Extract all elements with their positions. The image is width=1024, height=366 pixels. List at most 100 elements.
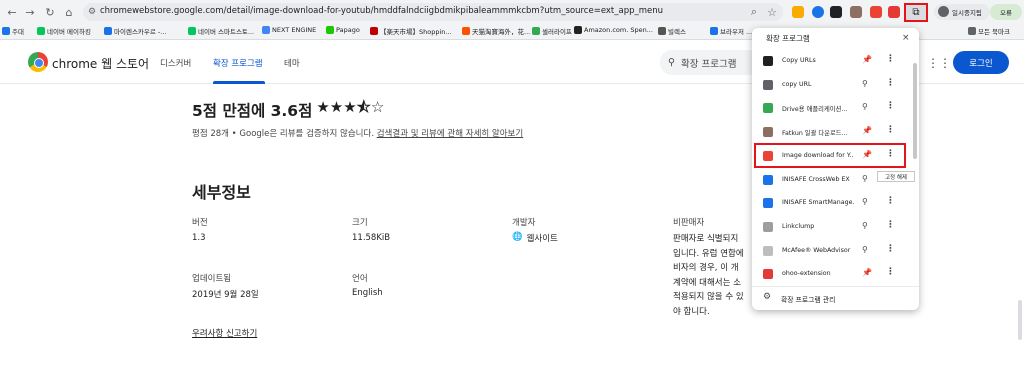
bookmark-label: 네이버 메이하킹: [47, 28, 91, 36]
bookmark-favicon-icon: [370, 27, 378, 35]
url-text: chromewebstore.google.com/detail/image-d…: [100, 6, 664, 16]
pin-icon[interactable]: ⚲: [862, 221, 868, 230]
site-info-icon[interactable]: ⚙: [86, 4, 98, 20]
pinned-icon[interactable]: 📌: [862, 55, 872, 64]
rating-stars: ★★★⯪☆: [316, 98, 385, 116]
highlight-box: [754, 143, 906, 168]
reload-icon[interactable]: ↻: [42, 4, 58, 20]
pin-icon[interactable]: ⚲: [862, 174, 868, 183]
extension-name[interactable]: INISAFE CrossWeb EX: [782, 176, 854, 183]
bookmark-item[interactable]: 빌렉스: [658, 26, 686, 36]
image-download-extension-icon[interactable]: [870, 6, 882, 18]
page-scrollbar[interactable]: [1018, 300, 1022, 340]
close-icon[interactable]: ×: [902, 33, 910, 43]
bookmark-label: Papago: [336, 26, 360, 34]
extensions-scroll-thumb[interactable]: [913, 63, 917, 159]
updated-label: 업데이트됨: [192, 274, 232, 284]
extension-icon[interactable]: [812, 6, 824, 18]
zoom-icon[interactable]: ⌕: [746, 4, 762, 20]
bookmark-item[interactable]: 【楽天市場】Shoppin...: [370, 26, 452, 36]
pinned-icon[interactable]: 📌: [862, 126, 872, 135]
more-options-icon[interactable]: ⋮: [886, 125, 895, 135]
bookmark-item[interactable]: 네이버 스마트스토...: [188, 26, 254, 36]
more-options-icon[interactable]: ⋮: [886, 196, 895, 206]
ohoo-extension-icon[interactable]: [888, 6, 900, 18]
bookmark-label: 주대: [12, 28, 24, 36]
bookmark-item[interactable]: 주대: [2, 26, 24, 36]
bookmark-item[interactable]: NEXT ENGINE: [262, 26, 316, 34]
bookmark-item[interactable]: 셀러라이프: [532, 26, 572, 36]
more-options-icon[interactable]: ⋮: [886, 220, 895, 230]
apps-grid-icon[interactable]: ⋮⋮: [927, 56, 951, 70]
store-brand[interactable]: chrome 웹 스토어: [52, 55, 149, 72]
more-options-icon[interactable]: ⋮: [886, 267, 895, 277]
tab-discover[interactable]: 디스커버: [160, 57, 191, 69]
bookmark-favicon-icon: [104, 27, 112, 35]
tab-extensions[interactable]: 확장 프로그램: [213, 57, 263, 69]
bookmark-star-icon[interactable]: ☆: [764, 4, 780, 20]
bookmark-item[interactable]: 天猫淘寶海外，花...: [462, 26, 530, 36]
extension-name[interactable]: Linkclump: [782, 223, 854, 230]
bookmark-label: 셀러라이프: [542, 28, 572, 36]
language-label: 언어: [352, 274, 368, 284]
forward-icon[interactable]: →: [22, 4, 38, 20]
search-icon: ⚲: [668, 57, 675, 68]
rating-heading: 5점 만점에 3.6점 ★★★⯪☆: [192, 97, 384, 122]
bookmark-favicon-icon: [462, 27, 470, 35]
rating-notice: Google은 리뷰를 검증하지 않습니다.: [239, 129, 377, 139]
trader-description: 판매자로 식별되지 입니다. 유럽 연합에 비자의 경우, 이 개 계약에 대해서는 …: [673, 232, 763, 319]
more-options-icon[interactable]: ⋮: [886, 54, 895, 64]
bookmark-item[interactable]: 마이렌스카우르 -...: [104, 26, 166, 36]
more-options-icon[interactable]: ⋮: [886, 244, 895, 254]
bookmark-label: 모든 북마크: [978, 28, 1010, 36]
extension-name[interactable]: Fatkun 일괄 다운로드...: [782, 128, 854, 137]
developer-website-link[interactable]: 🌐 웹사이트: [512, 232, 558, 244]
store-search-input[interactable]: ⚲ 확장 프로그램: [660, 50, 760, 75]
bookmark-item[interactable]: 네이버 메이하킹: [37, 26, 91, 36]
bookmark-label: Amazon.com. Spen...: [584, 26, 653, 34]
extension-icon: [763, 269, 773, 279]
home-icon[interactable]: ⌂: [61, 4, 77, 20]
extension-name[interactable]: copy URL: [782, 81, 854, 88]
extension-name[interactable]: Drive용 애플리케이션...: [782, 104, 854, 113]
updated-value: 2019년 9월 28일: [192, 290, 259, 300]
bookmark-favicon-icon: [968, 27, 976, 35]
developer-label: 개발자: [512, 218, 536, 228]
pin-icon[interactable]: ⚲: [862, 197, 868, 206]
extensions-puzzle-icon[interactable]: ⧉: [904, 3, 928, 22]
pinned-icon[interactable]: 📌: [862, 268, 872, 277]
divider: [752, 286, 919, 287]
report-concern-link[interactable]: 우려사항 신고하기: [192, 327, 257, 339]
rating-subtitle: 평점 28개 • Google은 리뷰를 검증하지 않습니다. 검색결과 및 리…: [192, 127, 523, 139]
avatar: [938, 6, 949, 17]
extensions-menu-title: 확장 프로그램: [766, 34, 810, 43]
bookmark-favicon-icon: [326, 26, 334, 34]
chrome-menu-button[interactable]: 오류: [990, 4, 1022, 20]
extension-name[interactable]: INISAFE SmartManage...: [782, 199, 854, 206]
extension-icon[interactable]: [792, 6, 804, 18]
fatkun-extension-icon[interactable]: [850, 6, 862, 18]
version-label: 버전: [192, 218, 208, 228]
bookmark-item[interactable]: 모든 북마크: [968, 26, 1010, 36]
chrome-logo-icon[interactable]: [28, 52, 48, 72]
size-value: 11.58KiB: [352, 233, 391, 243]
pin-icon[interactable]: ⚲: [862, 245, 868, 254]
pin-icon[interactable]: ⚲: [862, 79, 868, 88]
back-icon[interactable]: ←: [4, 4, 20, 20]
extension-name[interactable]: Copy URLs: [782, 57, 854, 64]
copy-urls-extension-icon[interactable]: [830, 6, 842, 18]
pin-icon[interactable]: ⚲: [862, 102, 868, 111]
trader-text-line: 적용되지 않을 수 있: [673, 292, 744, 302]
tab-themes[interactable]: 테마: [284, 57, 300, 69]
trader-text-line: 입니다. 유럽 연합에: [673, 248, 744, 259]
manage-extensions-link[interactable]: 확장 프로그램 관리: [781, 294, 835, 304]
gear-icon[interactable]: ⚙: [763, 292, 771, 302]
extension-name[interactable]: ohoo-extension: [782, 270, 854, 277]
extension-name[interactable]: McAfee® WebAdvisor: [782, 247, 854, 254]
more-options-icon[interactable]: ⋮: [886, 78, 895, 88]
more-options-icon[interactable]: ⋮: [886, 101, 895, 111]
reviews-learn-more-link[interactable]: 검색결과 및 리뷰에 관해 자세히 알아보기: [377, 129, 523, 139]
bookmark-item[interactable]: Papago: [326, 26, 360, 34]
bookmark-item[interactable]: Amazon.com. Spen...: [574, 26, 653, 34]
login-button[interactable]: 로그인: [953, 51, 1009, 74]
